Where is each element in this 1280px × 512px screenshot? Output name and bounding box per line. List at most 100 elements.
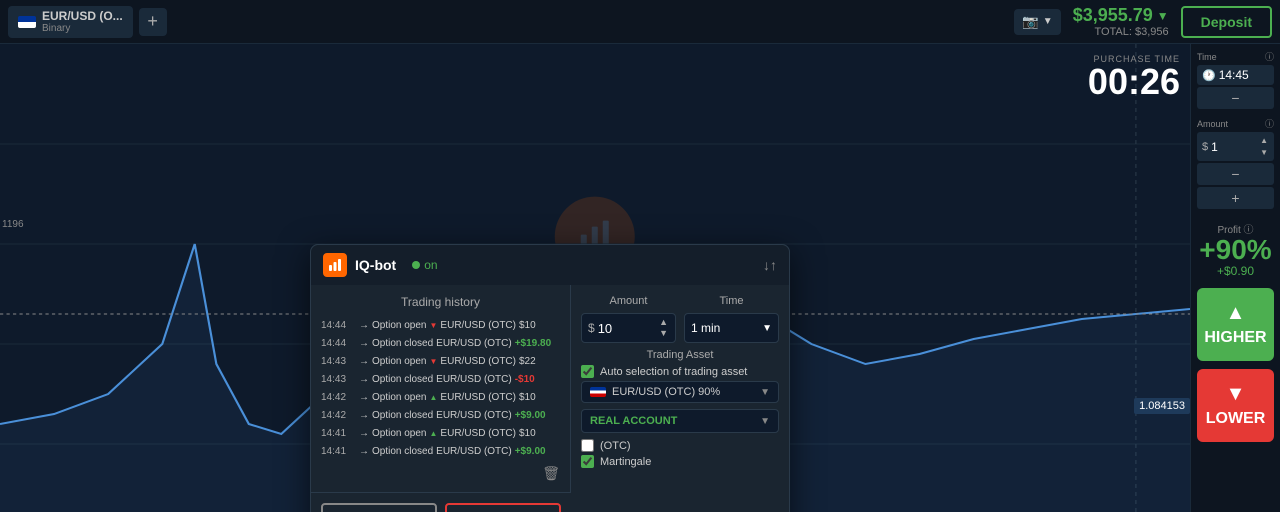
history-title: Trading history [321, 295, 560, 309]
amount-col-label: Amount [581, 295, 676, 307]
amount-stepper: ▲ ▼ [658, 317, 669, 339]
iqbot-body: Trading history 14:44 → Option open ▼ EU… [311, 285, 789, 512]
amount-right-stepper: ▲ ▼ [1259, 135, 1269, 158]
time-info-icon: ⓘ [1265, 50, 1274, 63]
history-list: 14:44 → Option open ▼ EUR/USD (OTC) $10 … [321, 317, 560, 461]
asset-select[interactable]: EUR/USD (OTC) 90% ▼ [581, 381, 779, 403]
status-text: on [424, 258, 437, 272]
left-price: 1196 [2, 219, 24, 230]
auto-select-checkbox[interactable] [581, 365, 594, 378]
otc-label: (OTC) [600, 440, 631, 452]
higher-label: HIGHER [1204, 329, 1266, 347]
iqbot-dialog: IQ-bot on ↓↑ Trading history [310, 244, 790, 512]
amount-value: 1 [1211, 140, 1218, 154]
amount-input[interactable] [598, 321, 633, 336]
time-value: 1 min [691, 321, 720, 335]
purchase-time-value: 00:26 [1088, 64, 1180, 100]
asset-caret: ▼ [760, 387, 770, 398]
clock-icon: 🕐 [1202, 69, 1216, 82]
amount-currency: $ [588, 321, 595, 335]
minimize-icon[interactable]: ↓↑ [763, 257, 777, 273]
history-item-6: 14:42 → Option closed EUR/USD (OTC) +$9.… [321, 407, 560, 425]
time-value: 14:45 [1219, 68, 1249, 82]
amount-up-btn[interactable]: ▲ [1259, 135, 1269, 147]
otc-row: (OTC) [581, 439, 779, 452]
amount-currency-symbol: $ [1202, 141, 1208, 153]
time-caret: ▼ [762, 323, 772, 334]
history-item-8: 14:41 → Option closed EUR/USD (OTC) +$9.… [321, 443, 560, 461]
asset-flag-icon [590, 387, 606, 397]
martingale-label: Martingale [600, 456, 651, 468]
balance-amount: $3,955.79 ▼ [1073, 5, 1169, 26]
higher-arrow-icon: ▲ [1226, 302, 1246, 325]
amount-down-button[interactable]: ▼ [658, 328, 669, 339]
camera-button[interactable]: 📷 ▼ [1014, 9, 1061, 35]
history-footer: 🗑 [321, 461, 560, 482]
history-item-2: 14:44 → Option closed EUR/USD (OTC) +$19… [321, 335, 560, 353]
auto-select-label: Auto selection of trading asset [600, 366, 747, 378]
martingale-checkbox[interactable] [581, 455, 594, 468]
iqbot-title: IQ-bot [355, 257, 396, 273]
config-panel: Amount Time $ ▲ ▼ [571, 285, 789, 512]
config-headers: Amount Time [581, 295, 779, 307]
auto-select-row: Auto selection of trading asset [581, 365, 779, 378]
history-item-1: 14:44 → Option open ▼ EUR/USD (OTC) $10 [321, 317, 560, 335]
time-row: 🕐 14:45 [1197, 65, 1274, 85]
amount-up-button[interactable]: ▲ [658, 317, 669, 328]
asset-label: EUR/USD (OTC) 90% [612, 386, 720, 398]
add-tab-button[interactable]: + [139, 8, 167, 36]
start-button[interactable]: START [321, 503, 437, 512]
checkboxes-section: (OTC) Martingale [581, 439, 779, 468]
time-section: Time ⓘ 🕐 14:45 − [1197, 50, 1274, 109]
amount-row: $ 1 ▲ ▼ [1197, 132, 1274, 161]
iqbot-status: on [412, 258, 437, 272]
main-area: iq option 1.084153 PURCHASE TIME [0, 44, 1280, 512]
profit-section: Profit ⓘ +90% +$0.90 [1197, 221, 1274, 278]
camera-caret: ▼ [1043, 16, 1053, 27]
price-label: 1.084153 [1134, 398, 1190, 414]
balance-value: $3,955.79 [1073, 5, 1153, 26]
time-label: Time [1197, 52, 1217, 62]
time-col-label: Time [684, 295, 779, 307]
history-section: Trading history 14:44 → Option open ▼ EU… [311, 285, 571, 512]
iqbot-header: IQ-bot on ↓↑ [311, 245, 789, 285]
amount-minus-button[interactable]: − [1197, 163, 1274, 185]
time-select[interactable]: 1 min ▼ [684, 313, 779, 343]
deposit-button[interactable]: Deposit [1181, 6, 1272, 38]
account-label: REAL ACCOUNT [590, 415, 677, 427]
history-item-4: 14:43 → Option closed EUR/USD (OTC) -$10 [321, 371, 560, 389]
bot-buttons: START STOP [311, 492, 571, 512]
asset-name: EUR/USD (O... [42, 9, 123, 23]
history-item-5: 14:42 → Option open ▲ EUR/USD (OTC) $10 [321, 389, 560, 407]
lower-arrow-icon: ▼ [1226, 383, 1246, 406]
amount-input-group: $ ▲ ▼ [581, 313, 676, 343]
higher-button[interactable]: ▲ HIGHER [1197, 288, 1274, 361]
history-panel: Trading history 14:44 → Option open ▼ EU… [311, 285, 571, 492]
iqbot-logo [323, 253, 347, 277]
otc-checkbox[interactable] [581, 439, 594, 452]
amount-section: Amount ⓘ $ 1 ▲ ▼ − + [1197, 117, 1274, 209]
account-caret: ▼ [760, 416, 770, 427]
trash-icon[interactable]: 🗑 [542, 465, 560, 482]
balance-block[interactable]: $3,955.79 ▼ TOTAL: $3,956 [1073, 5, 1169, 38]
iqbot-controls[interactable]: ↓↑ [763, 257, 777, 273]
camera-icon: 📷 [1022, 14, 1039, 30]
chart-area: iq option 1.084153 PURCHASE TIME [0, 44, 1190, 512]
profit-usd: +$0.90 [1197, 264, 1274, 278]
purchase-time-overlay: PURCHASE TIME 00:26 [1088, 54, 1180, 100]
time-minus-button[interactable]: − [1197, 87, 1274, 109]
stop-button[interactable]: STOP [445, 503, 561, 512]
lower-button[interactable]: ▼ LOWER [1197, 369, 1274, 442]
amount-label: Amount [1197, 119, 1228, 129]
account-select[interactable]: REAL ACCOUNT ▼ [581, 409, 779, 433]
lower-label: LOWER [1206, 410, 1266, 428]
asset-tab[interactable]: EUR/USD (O... Binary [8, 6, 133, 38]
martingale-row: Martingale [581, 455, 779, 468]
right-panel: Time ⓘ 🕐 14:45 − Amount ⓘ $ 1 ▲ ▼ [1190, 44, 1280, 512]
amount-down-btn[interactable]: ▼ [1259, 147, 1269, 159]
profit-pct: +90% [1197, 236, 1274, 264]
topbar-right: 📷 ▼ $3,955.79 ▼ TOTAL: $3,956 Deposit [1014, 5, 1272, 38]
status-dot [412, 261, 420, 269]
trading-asset-title: Trading Asset [581, 349, 779, 361]
amount-plus-button[interactable]: + [1197, 187, 1274, 209]
